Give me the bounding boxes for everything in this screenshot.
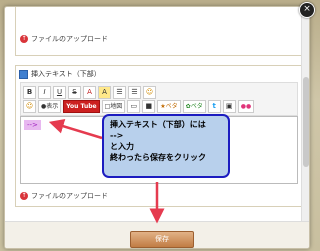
callout-line-3: と入力 bbox=[110, 142, 134, 151]
arrow-to-editor bbox=[48, 119, 103, 140]
callout-line-1: 挿入テキスト（下部）には bbox=[110, 120, 206, 129]
instruction-callout: 挿入テキスト（下部）には --> と入力 終わったら保存をクリック bbox=[102, 114, 230, 178]
callout-line-4: 終わったら保存をクリック bbox=[110, 153, 206, 162]
close-icon[interactable]: × bbox=[299, 2, 315, 18]
callout-line-2: --> bbox=[110, 131, 124, 140]
